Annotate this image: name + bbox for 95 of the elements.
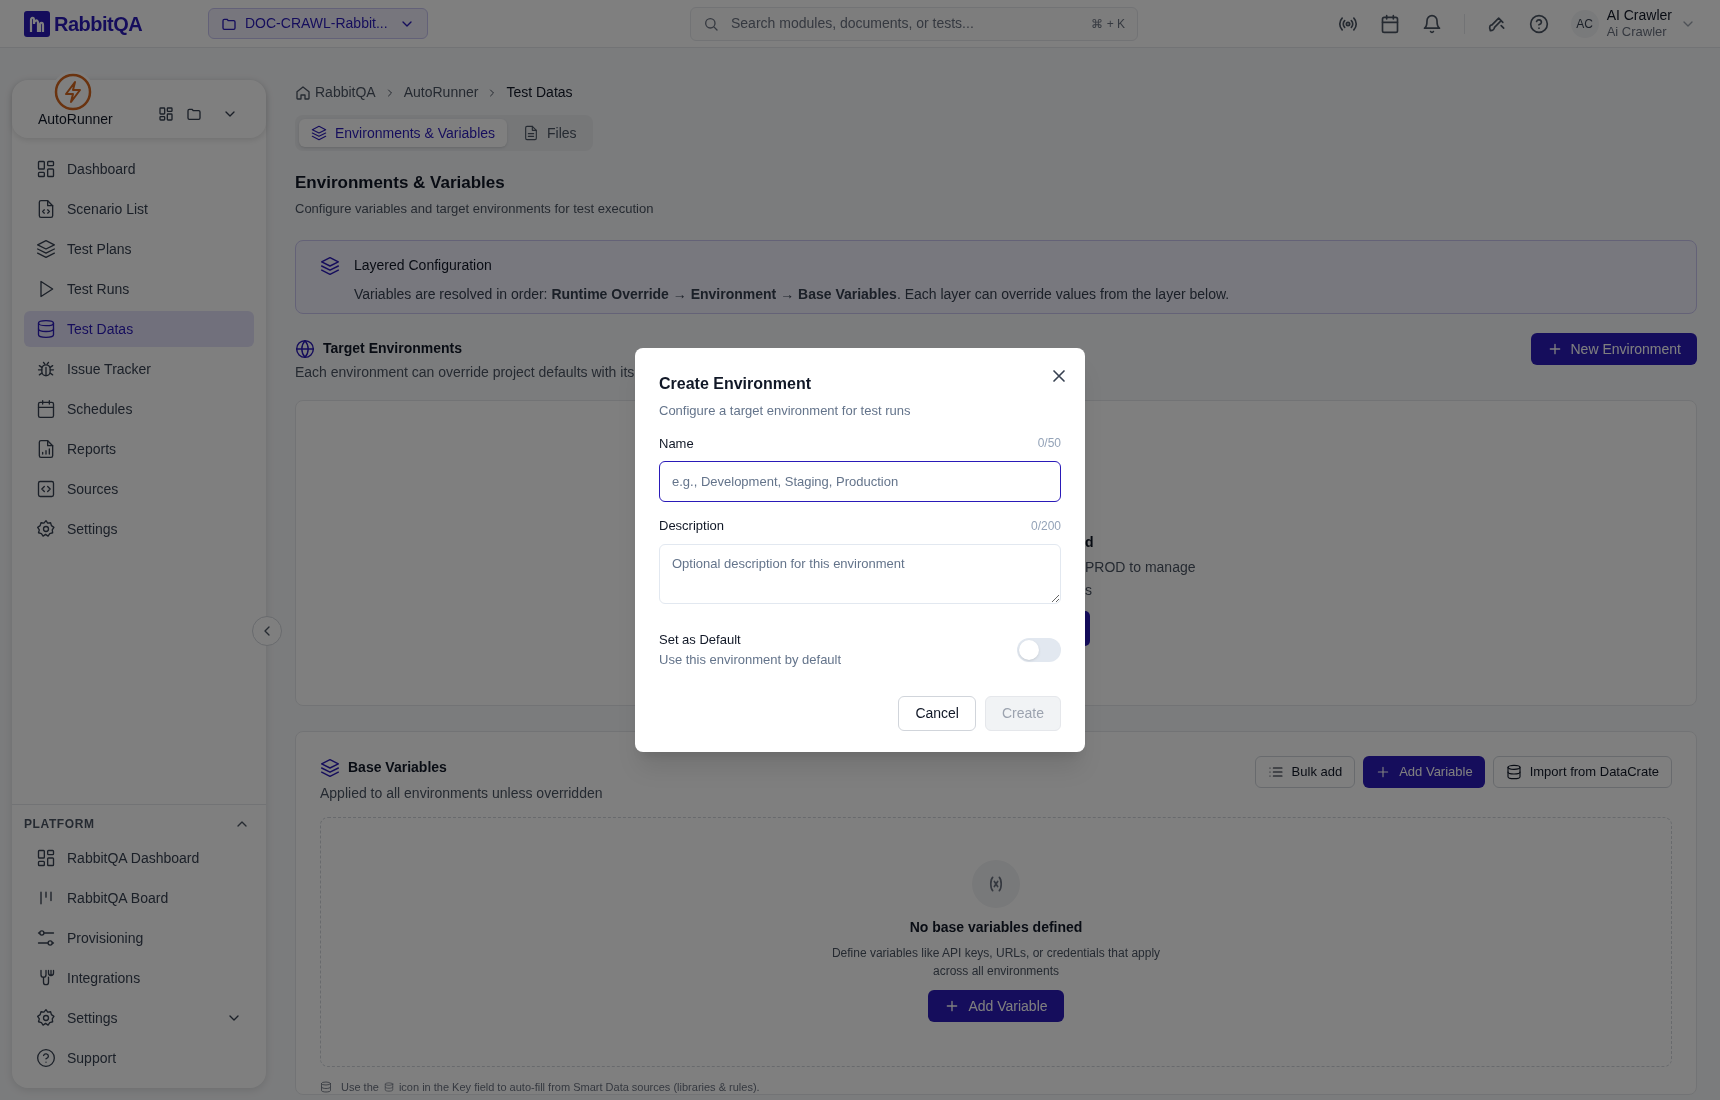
help-icon (36, 1048, 56, 1068)
user-avatar[interactable]: AC (1570, 9, 1599, 38)
module-name: AutoRunner (38, 110, 113, 129)
shortcut-hint: ⌘ + K (1091, 15, 1125, 33)
grid-icon (36, 159, 56, 179)
character-counter: 0/200 (1030, 517, 1061, 535)
toolbar-button[interactable]: Import from DataCrate (1492, 756, 1672, 788)
folder-icon (186, 106, 202, 122)
user-name: AI Crawler (1606, 6, 1672, 25)
globe-icon (295, 338, 315, 359)
sidebar-item[interactable]: Reports (24, 431, 254, 467)
search-icon (703, 15, 719, 32)
description-field[interactable]: Optional description for this environment (659, 543, 1061, 604)
breadcrumb-item: Test Datas (506, 83, 573, 102)
toolbar-button[interactable]: Add Variable (1363, 756, 1485, 788)
project-selector[interactable]: DOC-CRAWL-Rabbit... (208, 8, 428, 39)
module-card[interactable]: AutoRunner (12, 80, 266, 138)
layers-icon (320, 757, 340, 778)
db-icon (1505, 764, 1522, 780)
sidebar-item[interactable]: RabbitQA Board (24, 880, 254, 916)
layers-icon (311, 125, 327, 141)
grid-icon (158, 106, 174, 122)
variable-icon (972, 860, 1020, 908)
database-icon (383, 1082, 394, 1093)
filecode-icon (36, 199, 56, 219)
user-role: Ai Crawler (1606, 24, 1668, 41)
home-icon (295, 84, 311, 101)
section-subtitle: Each environment can override project defaults with its (295, 363, 635, 382)
logo-text: RabbitQA (54, 11, 143, 37)
toggle-hint: Use this environment by default (659, 651, 842, 669)
sidebar-item[interactable]: Test Datas (24, 311, 254, 347)
file-icon (523, 125, 540, 141)
sidebar-item[interactable]: Test Plans (24, 231, 254, 267)
dialog-subtitle: Configure a target environment for test runs (659, 402, 912, 420)
sidebar-item[interactable]: Integrations (24, 960, 254, 996)
empty-text: PROD to manage (1085, 558, 1197, 576)
sidebar-item[interactable]: Schedules (24, 391, 254, 427)
info-text: Variables are resolved in order: Runtime Override → Environment → Base Variables. Each layer can override values from the layer below. (354, 285, 1230, 304)
empty-title: d (1085, 533, 1095, 552)
sidebar-item[interactable]: Sources (24, 471, 254, 507)
character-counter: 0/50 (1037, 435, 1061, 453)
empty-text: Define variables like API keys, URLs, or credentials that apply across all environments (831, 945, 1161, 980)
add-variable-button[interactable]: Add Variable (928, 990, 1064, 1022)
toggle-label: Set as Default (659, 630, 742, 649)
dialog-title: Create Environment (659, 374, 813, 394)
sidebar-item[interactable]: Support (24, 1040, 254, 1076)
sliders-icon (36, 928, 56, 948)
search-field[interactable]: Search modules, documents, or tests... ⌘ + K (690, 6, 1138, 41)
empty-text: s (1085, 581, 1093, 599)
database-icon (320, 1081, 332, 1094)
name-field[interactable]: e.g., Development, Staging, Production (659, 461, 1061, 502)
add-button[interactable] (1085, 611, 1090, 646)
help-icon[interactable] (1528, 13, 1549, 34)
sidebar-item[interactable]: Test Runs (24, 271, 254, 307)
logo-icon (24, 10, 50, 37)
db-icon (36, 319, 56, 339)
notifications-icon[interactable] (1421, 13, 1442, 34)
section-title: Target Environments (323, 339, 462, 358)
tab[interactable]: Files (511, 119, 589, 147)
toolbar-button[interactable]: Bulk add (1254, 756, 1356, 788)
code-icon (36, 479, 56, 499)
default-toggle[interactable] (1017, 637, 1061, 662)
cal-icon (36, 399, 56, 419)
platform-section-toggle[interactable]: PLATFORM (24, 814, 254, 834)
empty-title: No base variables defined (909, 918, 1083, 937)
sidebar-item[interactable]: Dashboard (24, 151, 254, 187)
new-environment-button[interactable]: New Environment (1530, 333, 1697, 365)
footnote-text: Use the (341, 1080, 379, 1095)
dialog-button[interactable]: Cancel (898, 695, 976, 731)
info-title: Layered Configuration (354, 256, 493, 275)
search-input[interactable]: Search modules, documents, or tests... (731, 13, 1080, 34)
breadcrumb-item[interactable]: AutoRunner (403, 82, 479, 103)
sidebar-item[interactable]: Settings (24, 511, 254, 547)
tab[interactable]: Environments & Variables (299, 119, 508, 147)
calendar-icon[interactable] (1379, 13, 1400, 34)
sidebar-item[interactable]: Settings (24, 1000, 254, 1036)
sidebar-item[interactable]: Issue Tracker (24, 351, 254, 387)
layers-icon (320, 256, 340, 276)
breadcrumb-item[interactable]: RabbitQA (315, 82, 376, 103)
section-subtitle: Applied to all environments unless overridden (320, 784, 603, 803)
field-label: Name (659, 434, 694, 453)
gear-icon (36, 519, 56, 539)
sidebar-item[interactable]: Scenario List (24, 191, 254, 227)
section-title: Base Variables (348, 758, 447, 777)
sidebar-item[interactable]: Provisioning (24, 920, 254, 956)
footnote-text: icon in the Key field to auto-fill from Smart Data sources (libraries & rules). (398, 1080, 760, 1095)
gear-icon (36, 1008, 56, 1028)
sidebar-item[interactable]: RabbitQA Dashboard (24, 840, 254, 876)
report-icon (36, 439, 56, 459)
field-label: Description (659, 517, 725, 535)
layers-icon (36, 239, 56, 259)
page-subtitle: Configure variables and target environments for test execution (295, 199, 655, 218)
grid-icon (36, 848, 56, 868)
page-title: Environments & Variables (295, 172, 506, 194)
bug-icon (36, 359, 56, 379)
